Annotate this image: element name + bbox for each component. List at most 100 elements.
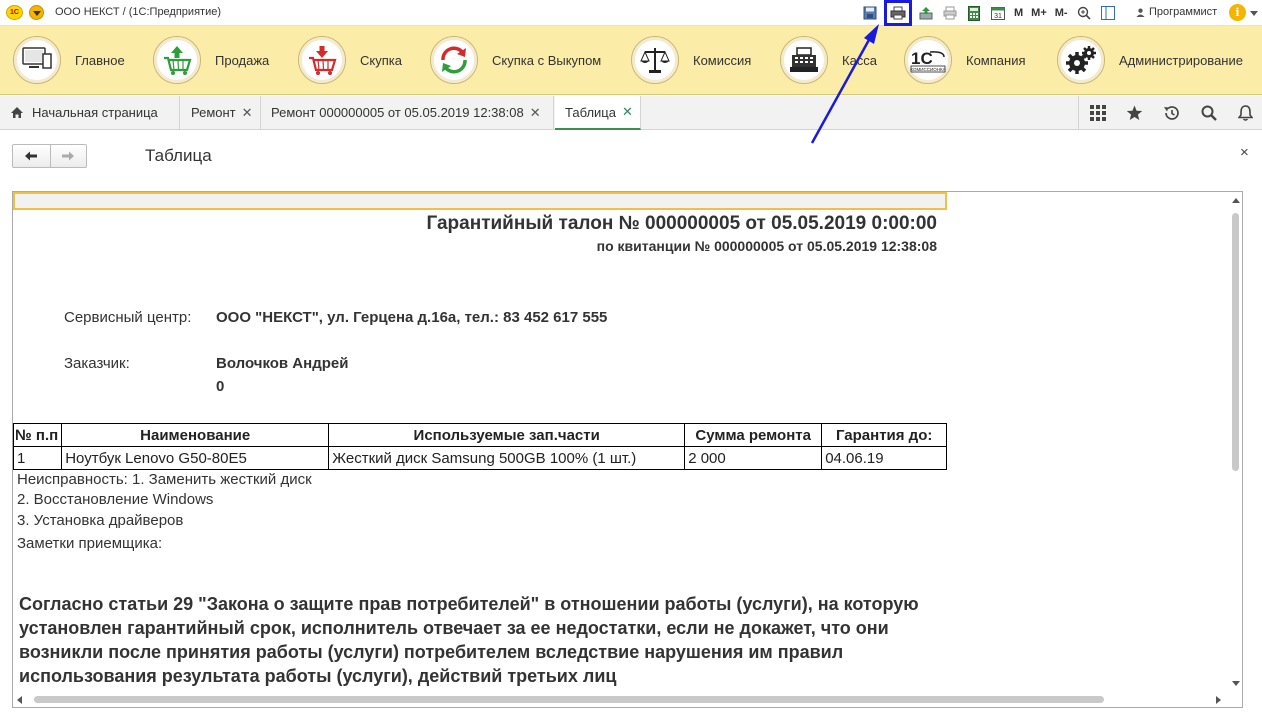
calculator-icon[interactable] [964, 3, 984, 23]
user-icon [1136, 8, 1145, 17]
column-header: Наименование [61, 423, 330, 447]
zoom-icon[interactable] [1074, 3, 1094, 23]
favorites-star-icon[interactable] [1116, 96, 1153, 129]
scroll-thumb[interactable] [34, 696, 1104, 703]
cycle-arrows-icon [430, 36, 478, 84]
window-layout-icon[interactable] [1098, 3, 1118, 23]
sections-panel: Главное Продажа Скупка Скупка с Выкупом … [0, 26, 1262, 95]
info-icon[interactable]: i [1229, 4, 1246, 21]
table-cell: Ноутбук Lenovo G50-80E5 [61, 446, 330, 470]
table-cell: 1 [13, 446, 63, 470]
scroll-down-icon[interactable] [1232, 681, 1240, 686]
scroll-up-icon[interactable] [1232, 198, 1240, 203]
tab-label: Ремонт [191, 105, 236, 120]
section-commission[interactable]: Комиссия [631, 35, 751, 85]
app-title: ООО НЕКСТ / (1С:Предприятие) [55, 6, 221, 18]
section-label: Продажа [215, 52, 270, 68]
section-purchase[interactable]: Скупка [298, 35, 402, 85]
open-windows-bar: Начальная страница Ремонт ✕ Ремонт 00000… [0, 96, 1262, 130]
cart-sell-icon [153, 36, 201, 84]
tab-table[interactable]: Таблица ✕ [555, 96, 641, 130]
scales-icon [631, 36, 679, 84]
main-menu-button[interactable] [29, 5, 44, 20]
column-header: Сумма ремонта [684, 423, 823, 447]
tab-label: Ремонт 000000005 от 05.05.2019 12:38:08 [271, 105, 524, 120]
close-icon[interactable]: ✕ [530, 105, 541, 121]
table-cell: 2 000 [684, 446, 823, 470]
title-toolbar: 31 M M+ M- [860, 0, 1122, 26]
fault-line: 2. Восстановление Windows [17, 491, 214, 508]
cart-buy-icon [298, 36, 346, 84]
section-label: Скупка с Выкупом [492, 52, 602, 68]
export-icon[interactable] [916, 3, 936, 23]
close-icon[interactable]: ✕ [242, 105, 253, 121]
1c-company-icon: 1С КОМИССИОНКА [904, 36, 952, 84]
scroll-left-icon[interactable] [17, 696, 22, 704]
column-header: Используемые зап.части [328, 423, 686, 447]
arrow-right-icon [62, 151, 75, 161]
print-preview-icon[interactable] [940, 3, 960, 23]
svg-text:КОМИССИОНКА: КОМИССИОНКА [910, 67, 945, 72]
fault-line: 3. Установка драйверов [17, 512, 184, 529]
vertical-scrollbar[interactable] [1229, 192, 1242, 692]
history-icon[interactable] [1153, 96, 1190, 129]
service-center-value: ООО "НЕКСТ", ул. Герцена д.16а, тел.: 83… [216, 309, 608, 326]
section-label: Компания [966, 52, 1026, 68]
print-icon[interactable] [884, 0, 912, 26]
tab-repair-document[interactable]: Ремонт 000000005 от 05.05.2019 12:38:08 … [261, 96, 554, 129]
tab-home[interactable]: Начальная страница [0, 96, 180, 129]
receiver-notes-label: Заметки приемщика: [17, 535, 163, 552]
cash-register-icon [780, 36, 828, 84]
table-cell: Жесткий диск Samsung 500GB 100% (1 шт.) [328, 446, 686, 470]
section-sales[interactable]: Продажа [153, 35, 269, 85]
svg-text:31: 31 [994, 13, 1002, 20]
table-header-row: № п.п Наименование Используемые зап.част… [13, 423, 948, 447]
scroll-thumb[interactable] [1232, 213, 1239, 471]
law-paragraph: Согласно статьи 29 "Закона о защите прав… [19, 594, 919, 686]
memory-subtract-button[interactable]: M- [1053, 3, 1070, 23]
horizontal-scrollbar[interactable] [13, 692, 1229, 707]
section-company[interactable]: 1С КОМИССИОНКА Компания [904, 35, 1026, 85]
spreadsheet-document[interactable]: Гарантийный талон № 000000005 от 05.05.2… [12, 191, 1243, 708]
save-icon[interactable] [860, 3, 880, 23]
memory-add-button[interactable]: M+ [1029, 3, 1049, 23]
close-icon[interactable]: ✕ [622, 104, 633, 120]
chevron-down-icon [32, 11, 41, 16]
tab-tools [1078, 96, 1262, 129]
repair-table: № п.п Наименование Используемые зап.част… [13, 423, 948, 470]
scroll-right-icon[interactable] [1216, 696, 1221, 704]
warranty-title: Гарантийный талон № 000000005 от 05.05.2… [426, 213, 937, 234]
svg-text:1С: 1С [911, 49, 933, 68]
table-cell: 04.06.19 [821, 446, 948, 470]
all-functions-grid-icon[interactable] [1079, 96, 1116, 129]
customer-extra: 0 [216, 378, 225, 395]
section-label: Главное [75, 52, 125, 68]
monitor-icon [13, 36, 61, 84]
1c-logo-icon: 1С [6, 5, 23, 20]
tab-label: Таблица [565, 104, 616, 120]
tab-repair[interactable]: Ремонт ✕ [180, 96, 261, 129]
section-cash[interactable]: Касса [780, 35, 877, 85]
notifications-bell-icon[interactable] [1227, 96, 1262, 129]
calendar-icon[interactable]: 31 [988, 3, 1008, 23]
section-label: Администрирование [1119, 52, 1243, 68]
warranty-subtitle: по квитанции № 000000005 от 05.05.2019 1… [596, 238, 937, 254]
search-icon[interactable] [1190, 96, 1227, 129]
home-icon [11, 107, 23, 118]
section-purchase-redeem[interactable]: Скупка с Выкупом [430, 35, 601, 85]
close-form-icon[interactable]: × [1240, 144, 1249, 161]
forward-button[interactable] [49, 145, 87, 167]
history-navigation [12, 144, 87, 168]
title-bar: 1С ООО НЕКСТ / (1С:Предприятие) 31 M M+ … [0, 0, 1262, 26]
current-user[interactable]: Программист [1136, 6, 1217, 18]
selected-cell[interactable] [13, 192, 947, 210]
section-administration[interactable]: Администрирование [1057, 35, 1243, 85]
column-header: Гарантия до: [821, 423, 948, 447]
back-button[interactable] [13, 145, 50, 167]
section-main[interactable]: Главное [13, 35, 125, 85]
arrow-left-icon [25, 151, 38, 161]
section-label: Скупка [360, 52, 402, 68]
chevron-down-icon[interactable] [1250, 11, 1258, 16]
customer-name: Волочков Андрей [216, 355, 349, 372]
memory-store-button[interactable]: M [1012, 3, 1025, 23]
